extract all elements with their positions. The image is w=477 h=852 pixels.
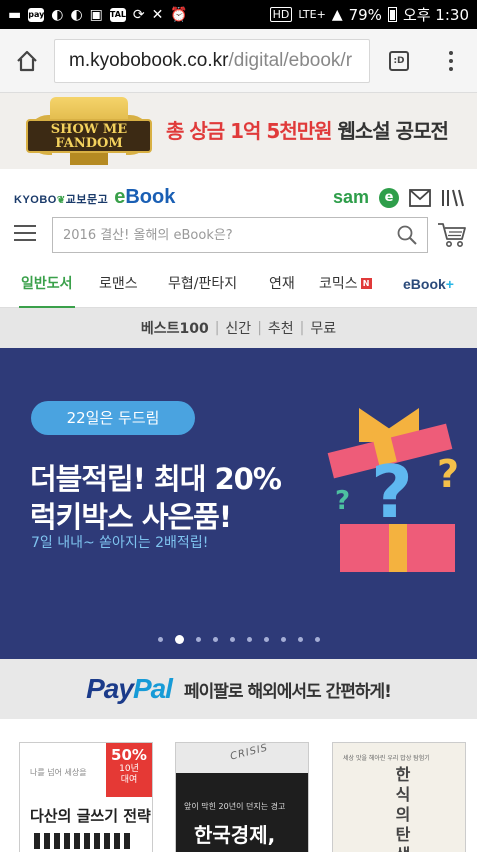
discount-badge: 50% 10년 대여 <box>106 743 152 797</box>
signal-icon: ▲ <box>331 6 343 23</box>
book-small-text: 나를 넘어 세상을 <box>30 768 87 777</box>
hd-indicator: HD <box>269 7 293 22</box>
divider: | <box>257 320 262 336</box>
carousel-dot[interactable] <box>246 637 252 642</box>
trophy-icon: SHOW ME FANDOM <box>26 97 152 165</box>
subtab-new[interactable]: 신간 <box>225 318 251 338</box>
subtab-free[interactable]: 무료 <box>310 318 336 338</box>
carousel-dot[interactable] <box>212 637 218 642</box>
tab-comics[interactable]: 코믹스 N <box>319 262 372 308</box>
tab-ebook-plus[interactable]: eBook+ <box>403 262 454 308</box>
sub-tabs: 베스트100 | 신간 | 추천 | 무료 <box>0 308 477 348</box>
alarm-icon: ⏰ <box>170 6 188 23</box>
divider: | <box>299 320 305 336</box>
search-input[interactable] <box>63 227 397 243</box>
pay-icon: pay <box>28 7 44 22</box>
url-path: /digital/ebook/r <box>228 49 353 71</box>
sam-e-icon[interactable]: e <box>379 187 399 208</box>
subtab-recommended[interactable]: 추천 <box>268 318 294 338</box>
tab-serial[interactable]: 연재 <box>269 262 295 308</box>
plus-icon: + <box>445 275 454 292</box>
leaf-icon: ❦ <box>56 195 66 206</box>
system-status: HD LTE+ ▲ 79% 오후 1:30 <box>269 4 469 25</box>
book-cover[interactable]: 세상 맛을 헤아린 우리 밥상 탐험기 한식의 탄생 <box>332 742 466 852</box>
book-cover[interactable]: CRISIS 앞이 막힌 20년이 던지는 경고 한국경제, <box>175 742 309 852</box>
search-box[interactable] <box>52 217 428 253</box>
new-badge: N <box>360 277 372 289</box>
message-icon: ▬ <box>8 6 22 23</box>
fandom-badge: SHOW ME FANDOM <box>26 119 152 153</box>
carousel-indicators <box>0 635 477 644</box>
tab-comics-label: 코믹스 <box>319 275 358 292</box>
book-title: 다산의 글쓰기 전략 <box>30 807 151 825</box>
network-indicator: LTE+ <box>298 8 326 21</box>
sync-icon: ⟳ <box>132 6 145 23</box>
contest-banner[interactable]: SHOW ME FANDOM 총 상금 1억 5천만원 웹소설 공모전 <box>0 93 477 169</box>
search-icon[interactable] <box>397 225 417 245</box>
book-subtitle: 앞이 막힌 20년이 던지는 경고 <box>184 802 286 811</box>
category-tabs: 일반도서 로맨스 무협/판타지 연재 코믹스 N eBook+ <box>0 262 477 309</box>
battery-percent: 79% <box>348 5 382 24</box>
battery-icon <box>387 7 397 22</box>
tab-switcher-button[interactable]: :D <box>370 29 428 93</box>
tab-romance[interactable]: 로맨스 <box>99 262 138 308</box>
tab-martial-fantasy[interactable]: 무협/판타지 <box>168 262 237 308</box>
cart-button[interactable] <box>437 221 467 253</box>
promo-headline-1: 더블적립! 최대 20% <box>30 462 282 496</box>
promo-subtitle: 7일 내내~ 쏟아지는 2배적립! <box>31 535 209 551</box>
home-icon <box>17 50 37 71</box>
gift-box-illustration: ? ? ? <box>325 408 475 578</box>
book-title: 한식의 탄생 <box>395 765 411 852</box>
home-button[interactable] <box>0 29 54 93</box>
browser-menu-button[interactable] <box>428 29 474 93</box>
image-icon: ▣ <box>89 6 103 23</box>
search-row <box>0 217 477 257</box>
logo-kyobo-text: KYOBO❦교보문고 <box>14 194 109 206</box>
header-actions: sam e <box>333 187 465 208</box>
library-icon[interactable] <box>441 188 465 208</box>
more-vert-icon <box>449 50 453 71</box>
logo-ebook-text: eBook <box>114 186 176 208</box>
d-app-icon: ◐ <box>70 6 83 23</box>
paypal-text: 페이팔로 해외에서도 간편하게! <box>183 681 392 702</box>
book-title: 한국경제, <box>194 823 276 847</box>
sam-link[interactable]: sam <box>333 187 369 208</box>
carousel-dot[interactable] <box>157 637 163 642</box>
status-bar: ▬ pay ◐ ◐ ▣ TALK ⟳ ✕ ⏰ HD LTE+ ▲ 79% 오후 … <box>0 0 477 29</box>
menu-icon[interactable] <box>14 225 36 241</box>
carousel-dot[interactable] <box>174 635 184 644</box>
d-app-icon: ◐ <box>51 6 64 23</box>
mail-icon[interactable] <box>409 188 431 207</box>
book-small-text: 세상 맛을 헤아린 우리 밥상 탐험기 <box>343 755 430 762</box>
paypal-logo: PayPal <box>86 673 173 704</box>
promo-headline-2: 럭키박스 사은품! <box>30 500 232 534</box>
promo-carousel[interactable]: 22일은 두드림 더블적립! 최대 20% 럭키박스 사은품! 7일 내내~ 쏟… <box>0 348 477 659</box>
mute-icon: ✕ <box>151 6 164 23</box>
carousel-dot[interactable] <box>297 637 303 642</box>
notification-icons: ▬ pay ◐ ◐ ▣ TALK ⟳ ✕ ⏰ <box>8 6 188 23</box>
talk-icon: TALK <box>109 7 132 22</box>
book-cover[interactable]: 나를 넘어 세상을 다산의 글쓰기 전략 50% 10년 대여 <box>19 742 153 852</box>
carousel-dot[interactable] <box>263 637 269 642</box>
clock: 오후 1:30 <box>402 6 469 24</box>
contest-banner-title: 총 상금 1억 5천만원 웹소설 공모전 <box>166 119 449 143</box>
carousel-dot[interactable] <box>229 637 235 642</box>
paypal-banner[interactable]: PayPal 페이팔로 해외에서도 간편하게! <box>0 659 477 719</box>
cart-icon <box>438 223 466 247</box>
carousel-dot[interactable] <box>195 637 201 642</box>
book-decoration <box>34 833 134 849</box>
divider: | <box>214 320 220 336</box>
url-bar[interactable]: m.kyobobook.co.kr/digital/ebook/r <box>54 38 370 83</box>
promo-pill: 22일은 두드림 <box>31 401 195 435</box>
kyobo-ebook-logo[interactable]: KYOBO❦교보문고 eBook <box>14 187 175 207</box>
url-host: m.kyobobook.co.kr <box>69 49 229 71</box>
carousel-dot[interactable] <box>314 637 320 642</box>
tab-switcher-icon: :D <box>389 50 409 71</box>
carousel-dot[interactable] <box>280 637 286 642</box>
browser-toolbar: m.kyobobook.co.kr/digital/ebook/r :D <box>0 29 477 93</box>
subtab-best100[interactable]: 베스트100 <box>141 318 209 338</box>
tab-general-books[interactable]: 일반도서 <box>19 262 75 309</box>
site-header: KYOBO❦교보문고 eBook sam e <box>0 169 477 219</box>
book-list: 나를 넘어 세상을 다산의 글쓰기 전략 50% 10년 대여 CRISIS 앞… <box>0 720 477 852</box>
